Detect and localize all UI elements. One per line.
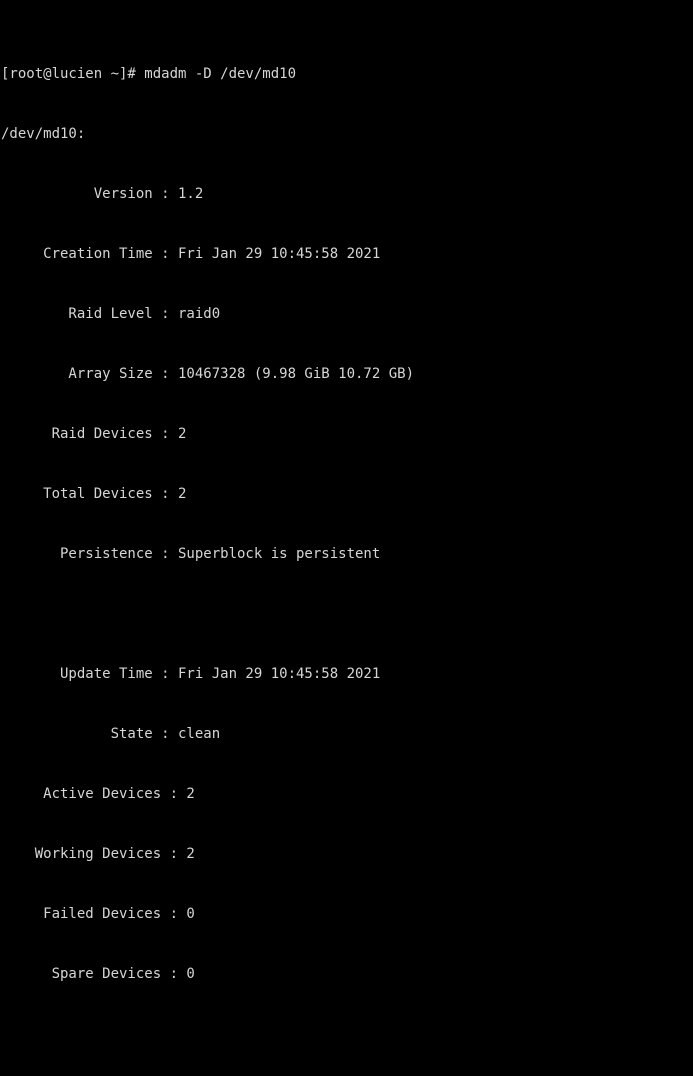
- field-failed-devices: Failed Devices : 0: [1, 906, 195, 922]
- field-version: Version : 1.2: [1, 186, 204, 202]
- field-working-devices: Working Devices : 2: [1, 846, 195, 862]
- field-raid-devices: Raid Devices : 2: [1, 426, 187, 442]
- device-header-line: /dev/md10:: [1, 126, 86, 142]
- field-array-size: Array Size : 10467328 (9.98 GiB 10.72 GB…: [1, 366, 415, 382]
- field-persistence: Persistence : Superblock is persistent: [1, 546, 381, 562]
- field-active-devices: Active Devices : 2: [1, 786, 195, 802]
- field-total-devices: Total Devices : 2: [1, 486, 187, 502]
- field-update-time: Update Time : Fri Jan 29 10:45:58 2021: [1, 666, 381, 682]
- command-prompt-line: [root@lucien ~]# mdadm -D /dev/md10: [1, 66, 297, 82]
- field-raid-level: Raid Level : raid0: [1, 306, 221, 322]
- field-state: State : clean: [1, 726, 221, 742]
- terminal-screen[interactable]: [root@lucien ~]# mdadm -D /dev/md10 /dev…: [0, 0, 693, 982]
- field-creation-time: Creation Time : Fri Jan 29 10:45:58 2021: [1, 246, 381, 262]
- field-spare-devices: Spare Devices : 0: [1, 966, 195, 982]
